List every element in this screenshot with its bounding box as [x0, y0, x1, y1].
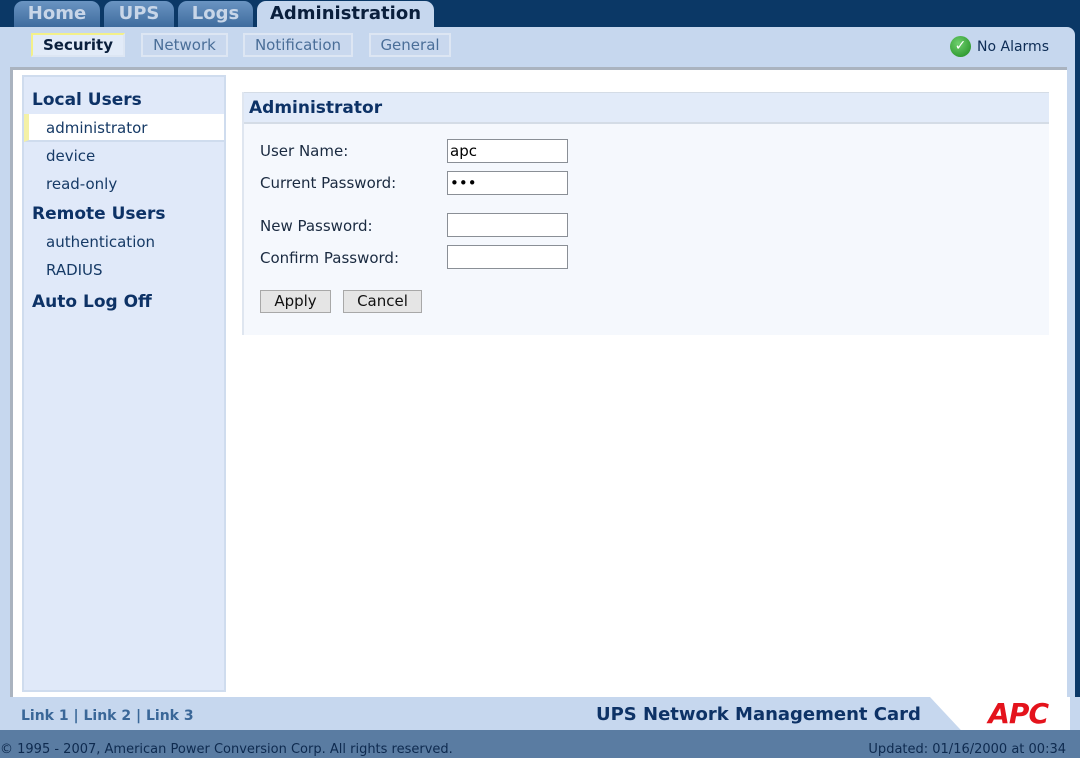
- footer-link-3[interactable]: Link 3: [146, 708, 194, 724]
- separator: |: [73, 708, 79, 724]
- footer-link-2[interactable]: Link 2: [84, 708, 132, 724]
- subnav: Security Network Notification General ✓ …: [0, 27, 1075, 67]
- check-icon: ✓: [950, 36, 972, 57]
- sidebar-item-administrator[interactable]: administrator: [24, 114, 224, 142]
- user-name-label: User Name:: [260, 142, 349, 160]
- subtab-general[interactable]: General: [369, 33, 451, 57]
- sidebar-heading-local-users[interactable]: Local Users: [24, 86, 224, 114]
- sidebar-item-device[interactable]: device: [24, 142, 224, 170]
- confirm-password-input[interactable]: [447, 245, 568, 269]
- tab-ups[interactable]: UPS: [104, 1, 174, 27]
- separator: |: [136, 708, 142, 724]
- sidebar-heading-auto-log-off[interactable]: Auto Log Off: [24, 288, 224, 316]
- tab-administration[interactable]: Administration: [257, 1, 434, 27]
- administrator-form: Administrator User Name: apc Current Pas…: [242, 92, 1049, 335]
- tab-home[interactable]: Home: [14, 1, 100, 27]
- footer-links: Link 1 | Link 2 | Link 3: [21, 708, 194, 724]
- copyright: © 1995 - 2007, American Power Conversion…: [0, 742, 453, 757]
- subtab-security[interactable]: Security: [31, 33, 125, 57]
- form-title: Administrator: [244, 92, 1049, 124]
- apply-button[interactable]: Apply: [260, 290, 331, 313]
- alarm-status[interactable]: ✓ No Alarms: [950, 36, 1049, 57]
- current-password-label: Current Password:: [260, 174, 397, 192]
- apc-logo: APC: [988, 697, 1049, 730]
- new-password-input[interactable]: [447, 213, 568, 237]
- footer-link-1[interactable]: Link 1: [21, 708, 69, 724]
- sidebar-item-authentication[interactable]: authentication: [24, 228, 224, 256]
- status-bar: © 1995 - 2007, American Power Conversion…: [0, 730, 1080, 758]
- footer: Link 1 | Link 2 | Link 3 UPS Network Man…: [0, 697, 1080, 730]
- confirm-password-label: Confirm Password:: [260, 249, 400, 267]
- subtab-network[interactable]: Network: [141, 33, 228, 57]
- sidebar-heading-remote-users[interactable]: Remote Users: [24, 200, 224, 228]
- updated-timestamp: Updated: 01/16/2000 at 00:34: [868, 742, 1066, 757]
- sidebar-item-read-only[interactable]: read-only: [24, 170, 224, 198]
- page-frame: Local Users administrator device read-on…: [0, 67, 1075, 697]
- product-name: UPS Network Management Card: [596, 704, 921, 725]
- sidebar-item-radius[interactable]: RADIUS: [24, 256, 224, 284]
- cancel-button[interactable]: Cancel: [343, 290, 422, 313]
- logo-area: APC: [930, 697, 1070, 730]
- main-panel: Local Users administrator device read-on…: [10, 67, 1067, 697]
- current-password-input[interactable]: •••: [447, 171, 568, 195]
- alarm-label: No Alarms: [977, 38, 1049, 55]
- subtab-notification[interactable]: Notification: [243, 33, 353, 57]
- main-tabs: Home UPS Logs Administration: [0, 0, 1080, 27]
- user-name-input[interactable]: apc: [447, 139, 568, 163]
- tab-logs[interactable]: Logs: [178, 1, 253, 27]
- sidebar: Local Users administrator device read-on…: [22, 75, 226, 692]
- new-password-label: New Password:: [260, 217, 373, 235]
